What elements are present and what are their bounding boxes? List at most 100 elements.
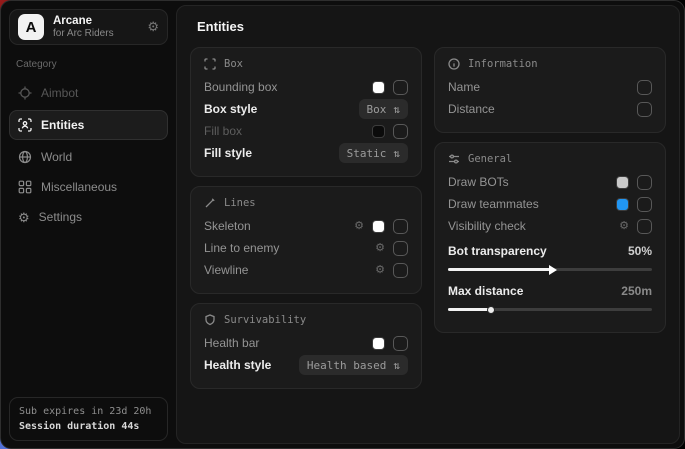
pencil-line-icon <box>204 197 216 209</box>
entity-scan-icon <box>18 118 32 132</box>
setting-row-viewline: Viewline ⚙ <box>204 259 408 281</box>
slider-fill <box>448 308 491 311</box>
color-swatch[interactable] <box>372 337 385 350</box>
gear-icon[interactable]: ⚙ <box>375 265 385 276</box>
setting-label: Draw BOTs <box>448 175 509 189</box>
draw-teammates-checkbox[interactable] <box>637 197 652 212</box>
color-swatch[interactable] <box>616 198 629 211</box>
box-panel: Box Bounding box Box style Box ⇅ <box>190 47 422 177</box>
survivability-panel: Survivability Health bar Health style He… <box>190 303 422 389</box>
sidebar-item-entities[interactable]: Entities <box>9 110 168 140</box>
gear-icon[interactable]: ⚙ <box>354 221 364 232</box>
sidebar-item-world[interactable]: World <box>9 142 168 172</box>
draw-bots-checkbox[interactable] <box>637 175 652 190</box>
color-swatch[interactable] <box>372 125 385 138</box>
skeleton-checkbox[interactable] <box>393 219 408 234</box>
viewline-checkbox[interactable] <box>393 263 408 278</box>
setting-label: Health bar <box>204 336 259 350</box>
line-to-enemy-checkbox[interactable] <box>393 241 408 256</box>
information-panel-header: Information <box>448 58 652 70</box>
sliders-icon <box>448 153 460 165</box>
setting-label: Health style <box>204 358 271 372</box>
bounding-box-checkbox[interactable] <box>393 80 408 95</box>
slider-value: 50% <box>628 244 652 258</box>
sidebar-item-label: Settings <box>39 210 82 224</box>
gear-icon: ⚙ <box>18 211 30 224</box>
cursor-arrow-icon <box>549 265 557 275</box>
info-icon <box>448 58 460 70</box>
box-style-dropdown[interactable]: Box ⇅ <box>359 99 409 119</box>
sidebar-nav: Aimbot Entities World Mis <box>9 78 168 232</box>
distance-checkbox[interactable] <box>637 102 652 117</box>
main-content: Entities Box Bounding box <box>176 5 680 444</box>
setting-label: Bounding box <box>204 80 277 94</box>
app-subtitle: for Arc Riders <box>53 28 138 40</box>
setting-row-visibility-check: Visibility check ⚙ <box>448 215 652 237</box>
color-swatch[interactable] <box>372 81 385 94</box>
setting-row-draw-teammates: Draw teammates <box>448 193 652 215</box>
dropdown-value: Health based <box>307 359 386 372</box>
box-corners-icon <box>204 58 216 70</box>
setting-label: Line to enemy <box>204 241 279 255</box>
globe-icon <box>18 150 32 164</box>
max-distance-slider[interactable] <box>448 308 652 311</box>
session-duration-text: Session duration 44s <box>19 419 158 434</box>
right-column: Information Name Distance <box>434 47 666 333</box>
app-logo-card: A Arcane for Arc Riders ⚙ <box>9 9 168 45</box>
information-panel: Information Name Distance <box>434 47 666 133</box>
grid-icon <box>18 180 32 194</box>
chevron-updown-icon: ⇅ <box>393 359 400 372</box>
setting-label: Skeleton <box>204 219 251 233</box>
setting-label: Visibility check <box>448 219 526 233</box>
gear-icon[interactable]: ⚙ <box>375 243 385 254</box>
sidebar-item-label: Aimbot <box>41 86 78 100</box>
color-swatch[interactable] <box>616 176 629 189</box>
health-style-dropdown[interactable]: Health based ⇅ <box>299 355 408 375</box>
setting-row-fill-style: Fill style Static ⇅ <box>204 142 408 164</box>
setting-label: Box style <box>204 102 257 116</box>
name-checkbox[interactable] <box>637 80 652 95</box>
setting-row-health-bar: Health bar <box>204 332 408 354</box>
general-panel: General Draw BOTs Draw teammates <box>434 142 666 333</box>
max-distance-group: Max distance 250m <box>448 280 652 311</box>
app-logo: A <box>18 14 44 40</box>
sidebar: A Arcane for Arc Riders ⚙ Category Aimbo… <box>1 1 176 448</box>
app-window: A Arcane for Arc Riders ⚙ Category Aimbo… <box>0 0 685 449</box>
sidebar-item-aimbot[interactable]: Aimbot <box>9 78 168 108</box>
sidebar-item-label: Miscellaneous <box>41 180 117 194</box>
fill-box-checkbox[interactable] <box>393 124 408 139</box>
dropdown-value: Box <box>367 103 387 116</box>
setting-row-skeleton: Skeleton ⚙ <box>204 215 408 237</box>
general-panel-header: General <box>448 153 652 165</box>
sidebar-item-settings[interactable]: ⚙ Settings <box>9 202 168 232</box>
bot-transparency-slider[interactable] <box>448 268 652 271</box>
health-bar-checkbox[interactable] <box>393 336 408 351</box>
setting-label: Name <box>448 80 480 94</box>
sub-expiry-text: Sub expires in 23d 20h <box>19 404 158 419</box>
lines-panel: Lines Skeleton ⚙ Line to enemy ⚙ <box>190 186 422 294</box>
panel-title: Lines <box>224 197 256 209</box>
gear-icon[interactable]: ⚙ <box>147 19 159 35</box>
app-titles: Arcane for Arc Riders <box>53 15 138 40</box>
sidebar-item-miscellaneous[interactable]: Miscellaneous <box>9 172 168 202</box>
color-swatch[interactable] <box>372 220 385 233</box>
setting-label: Draw teammates <box>448 197 539 211</box>
left-column: Box Bounding box Box style Box ⇅ <box>190 47 422 389</box>
visibility-check-checkbox[interactable] <box>637 219 652 234</box>
gear-icon[interactable]: ⚙ <box>619 221 629 232</box>
shield-icon <box>204 314 216 326</box>
slider-value: 250m <box>621 284 652 298</box>
setting-row-bounding-box: Bounding box <box>204 76 408 98</box>
chevron-updown-icon: ⇅ <box>393 147 400 160</box>
panel-title: General <box>468 153 512 165</box>
setting-row-bot-transparency: Bot transparency 50% <box>448 240 652 262</box>
setting-row-draw-bots: Draw BOTs <box>448 171 652 193</box>
fill-style-dropdown[interactable]: Static ⇅ <box>339 143 408 163</box>
setting-row-health-style: Health style Health based ⇅ <box>204 354 408 376</box>
setting-row-name: Name <box>448 76 652 98</box>
setting-label: Distance <box>448 102 495 116</box>
sidebar-item-label: Entities <box>41 118 84 132</box>
setting-label: Fill style <box>204 146 252 160</box>
setting-row-max-distance: Max distance 250m <box>448 280 652 302</box>
setting-label: Bot transparency <box>448 244 547 258</box>
